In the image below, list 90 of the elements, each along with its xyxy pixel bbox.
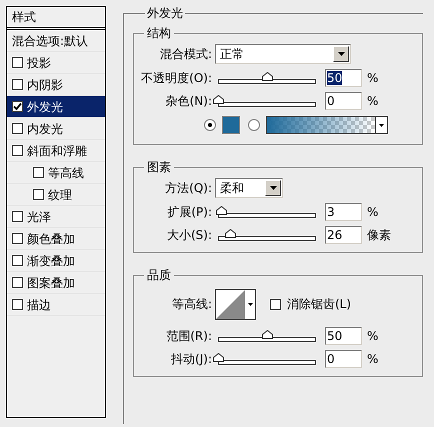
checkbox[interactable]	[12, 123, 23, 134]
radio-button[interactable]	[204, 119, 216, 131]
slider-thumb[interactable]	[262, 72, 272, 80]
unit-label: %	[367, 328, 378, 344]
field-value: 0	[327, 352, 335, 366]
dropdown-value: 正常	[219, 46, 245, 63]
field-label: 杂色(N):	[166, 92, 212, 110]
group-title: 品质	[146, 267, 172, 284]
style-label: 光泽	[27, 208, 51, 226]
unit-label: %	[367, 92, 378, 110]
checkbox-label: 消除锯齿(L)	[287, 296, 352, 313]
checkbox[interactable]	[12, 57, 23, 68]
value-field[interactable]: 0	[325, 92, 362, 110]
contour-preview	[216, 290, 245, 318]
checkbox[interactable]	[12, 255, 23, 266]
field-label: 不透明度(O):	[141, 70, 212, 86]
field-value: 50	[327, 70, 342, 84]
group-title: 图素	[146, 159, 172, 176]
checkbox[interactable]	[12, 299, 23, 310]
color-swatch[interactable]	[222, 116, 240, 134]
field-label: 扩展(P):	[167, 204, 212, 220]
style-label: 内阴影	[27, 76, 63, 94]
unit-label: %	[367, 70, 378, 86]
unit-label: %	[367, 204, 378, 220]
style-label: 混合选项:默认	[12, 32, 88, 50]
field-value: 0	[327, 94, 335, 108]
style-list-item[interactable]: 颜色叠加	[7, 228, 105, 250]
style-label: 斜面和浮雕	[27, 142, 87, 160]
contour-picker[interactable]	[215, 288, 256, 320]
checkbox[interactable]	[12, 211, 23, 222]
slider-thumb[interactable]	[216, 206, 227, 214]
value-field[interactable]: 26	[325, 226, 362, 244]
style-list-item[interactable]: 图案叠加	[7, 272, 105, 294]
field-value: 3	[327, 204, 335, 218]
field-value: 50	[327, 328, 342, 342]
style-list-item[interactable]: 内发光	[7, 118, 105, 140]
radio-button[interactable]	[248, 119, 260, 131]
style-list-item[interactable]: 描边	[7, 294, 105, 316]
unit-label: %	[367, 350, 378, 368]
gradient-picker[interactable]	[266, 116, 388, 134]
style-list-item[interactable]: 外发光	[7, 96, 105, 118]
slider-thumb[interactable]	[213, 352, 224, 362]
style-label: 渐变叠加	[27, 252, 75, 270]
dropdown-value: 柔和	[219, 180, 245, 197]
style-label: 内发光	[27, 120, 63, 138]
style-label: 投影	[27, 54, 51, 72]
dropdown[interactable]: 正常	[215, 44, 351, 64]
value-field[interactable]: 50	[325, 326, 362, 344]
field-label: 抖动(J):	[171, 350, 212, 368]
field-label: 范围(R):	[166, 328, 212, 344]
style-list-item[interactable]: 纹理	[7, 184, 105, 206]
slider-thumb[interactable]	[262, 330, 272, 338]
checkbox[interactable]	[12, 233, 23, 244]
value-field[interactable]: 0	[325, 350, 362, 368]
checkbox[interactable]	[270, 298, 281, 310]
style-list-item[interactable]: 投影	[7, 52, 105, 74]
checkbox[interactable]	[12, 277, 23, 288]
dropdown-arrow-icon	[375, 117, 387, 133]
style-list-item[interactable]: 渐变叠加	[7, 250, 105, 272]
style-list-item[interactable]: 光泽	[7, 206, 105, 228]
style-label: 外发光	[27, 98, 63, 116]
panel-title: 样式	[12, 9, 36, 26]
field-label: 混合模式:	[160, 46, 212, 63]
checkbox[interactable]	[12, 145, 23, 156]
field-label: 方法(Q):	[165, 180, 212, 197]
checkbox[interactable]	[33, 167, 44, 178]
dropdown[interactable]: 柔和	[215, 178, 283, 198]
slider-thumb[interactable]	[224, 228, 236, 238]
style-list-item[interactable]: 等高线	[7, 162, 105, 184]
style-label: 等高线	[48, 164, 84, 182]
group-title: 结构	[146, 25, 172, 42]
unit-label: 像素	[367, 226, 391, 244]
checkmark-icon	[13, 102, 22, 111]
style-list-item[interactable]: 斜面和浮雕	[7, 140, 105, 162]
style-list-item[interactable]: 混合选项:默认	[7, 30, 105, 52]
value-field[interactable]: 50	[325, 68, 362, 86]
checkbox[interactable]	[33, 189, 44, 200]
style-label: 描边	[27, 296, 51, 314]
dropdown-arrow-icon	[248, 302, 252, 306]
slider-thumb[interactable]	[213, 94, 224, 104]
style-label: 图案叠加	[27, 274, 75, 292]
group-title: 外发光	[146, 5, 184, 22]
value-field[interactable]: 3	[325, 202, 362, 220]
field-value: 26	[327, 228, 342, 242]
field-label: 大小(S):	[166, 226, 212, 244]
checkbox[interactable]	[12, 79, 23, 90]
checkbox[interactable]	[12, 101, 23, 112]
field-label: 等高线:	[172, 296, 212, 313]
style-label: 纹理	[48, 186, 72, 204]
style-label: 颜色叠加	[27, 230, 75, 248]
